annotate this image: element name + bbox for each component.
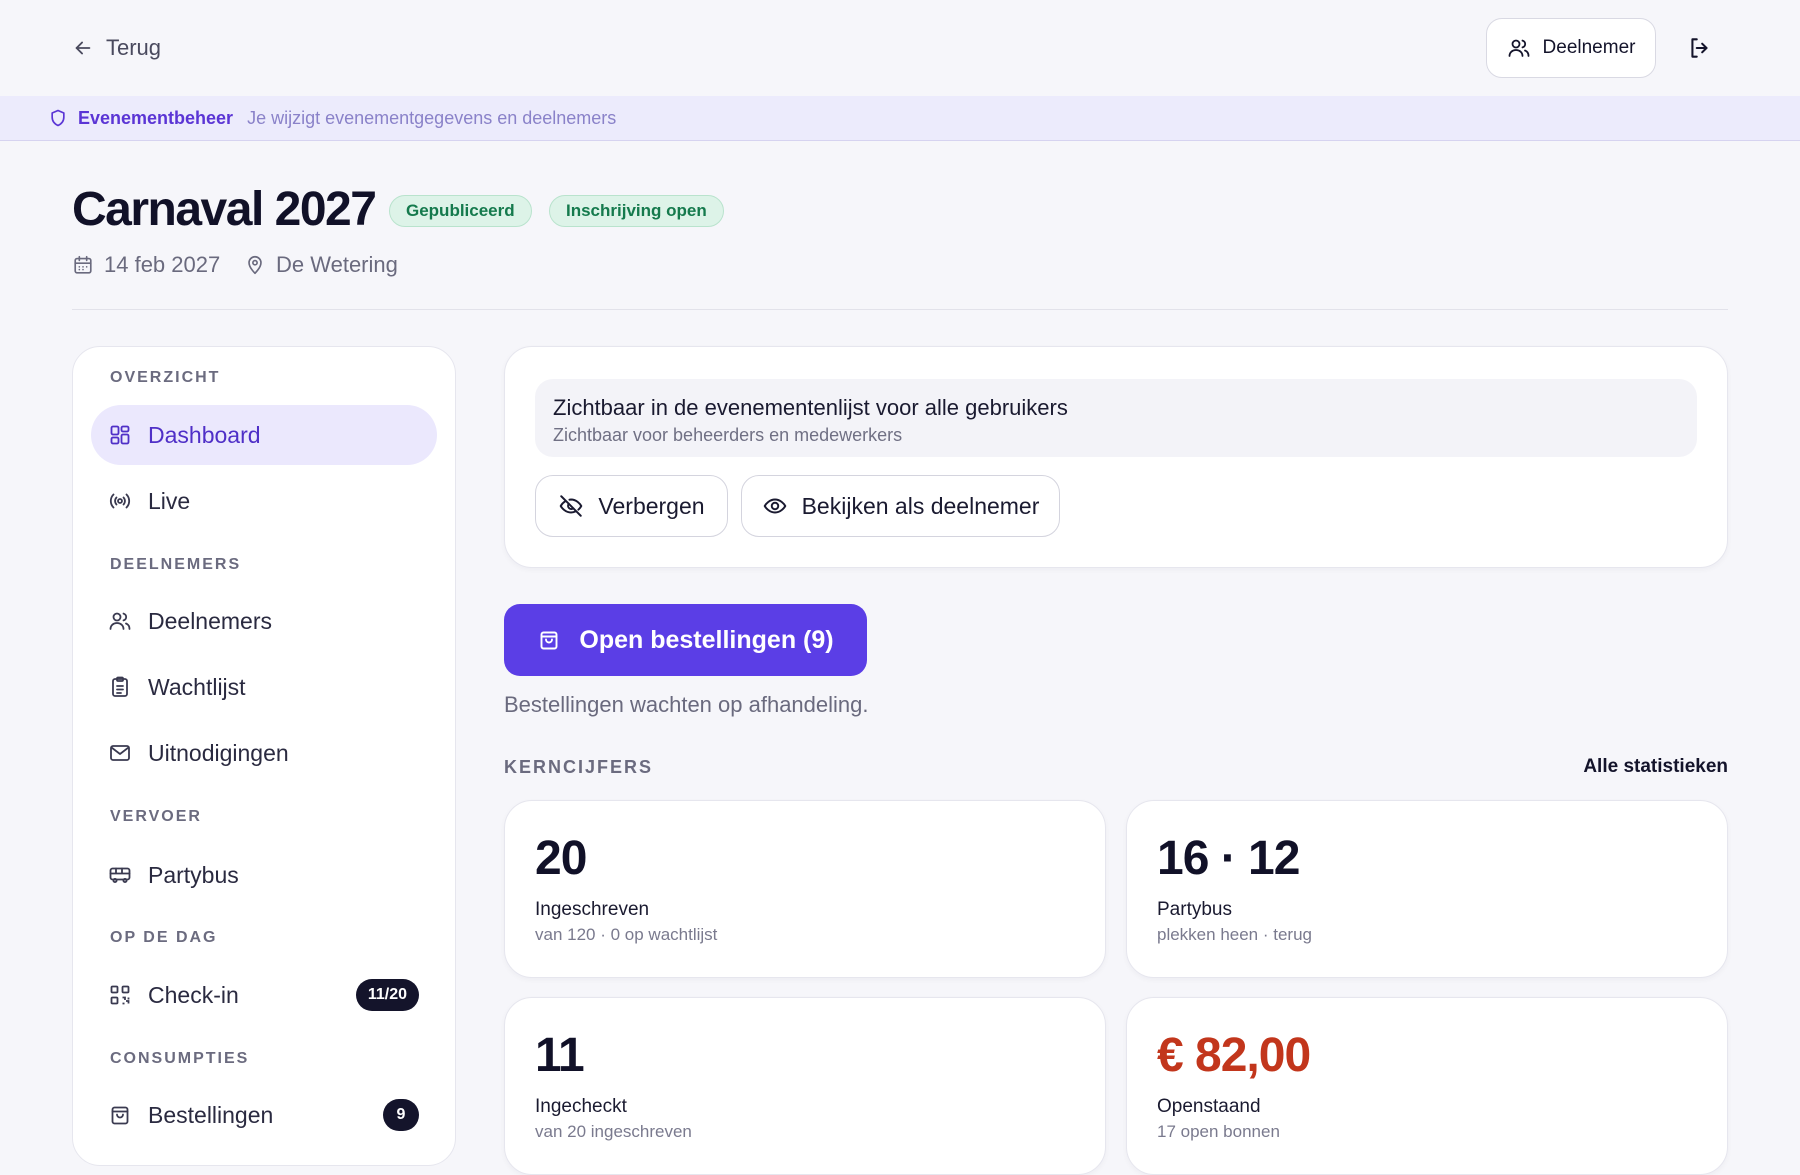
event-location-label: De Wetering — [276, 252, 398, 277]
arrow-left-icon — [72, 37, 94, 59]
stat-card-registered: 20 Ingeschreven van 120 · 0 op wachtlijs… — [504, 800, 1106, 978]
sidebar-item-label: Uitnodigingen — [148, 739, 289, 766]
bus-icon — [108, 863, 132, 887]
event-date: 14 feb 2027 — [72, 250, 220, 280]
banner-subtitle: Je wijzigt evenementgegevens en deelneme… — [247, 107, 617, 128]
shopping-bag-icon — [537, 628, 561, 652]
sidebar-item-uitnodigingen[interactable]: Uitnodigingen — [91, 723, 437, 783]
sidebar-item-check-in[interactable]: Check-in 11/20 — [91, 965, 437, 1025]
stat-card-checked-in: 11 Ingecheckt van 20 ingeschreven — [504, 997, 1106, 1175]
map-pin-icon — [244, 254, 266, 276]
sidebar-item-label: Live — [148, 487, 191, 514]
banner-title: Evenementbeheer — [78, 107, 234, 128]
admin-mode-banner: Evenementbeheer Je wijzigt evenementgege… — [0, 96, 1800, 141]
eye-icon — [762, 493, 788, 519]
dashboard-icon — [108, 423, 132, 447]
role-label: Deelnemer — [1542, 37, 1636, 58]
page-title: Carnaval 2027 — [72, 183, 377, 236]
stat-value: € 82,00 — [1157, 1029, 1311, 1082]
stat-subtitle: plekken heen · terug — [1157, 925, 1312, 944]
visibility-title: Zichtbaar in de evenementenlijst voor al… — [553, 395, 1068, 420]
visibility-subtitle: Zichtbaar voor beheerders en medewerkers — [553, 425, 903, 445]
qr-code-icon — [108, 983, 132, 1007]
back-button[interactable]: Terug — [72, 32, 161, 64]
sidebar: OVERZICHT Dashboard Live DEELNEMERS Deel… — [72, 346, 456, 1166]
event-date-label: 14 feb 2027 — [104, 252, 221, 277]
sidebar-item-dashboard[interactable]: Dashboard — [91, 405, 437, 465]
stat-subtitle: 17 open bonnen — [1157, 1122, 1280, 1141]
sidebar-item-label: Wachtlijst — [148, 673, 246, 700]
sidebar-item-partybus[interactable]: Partybus — [91, 845, 437, 905]
sidebar-item-label: Bestellingen — [148, 1101, 274, 1128]
users-icon — [108, 609, 132, 633]
role-switch-button[interactable]: Deelnemer — [1486, 18, 1656, 78]
stat-title: Ingecheckt — [535, 1096, 627, 1117]
sidebar-section-op-de-dag: OP DE DAG — [110, 929, 218, 946]
open-orders-button[interactable]: Open bestellingen (9) — [504, 604, 867, 676]
hide-event-button[interactable]: Verbergen — [535, 475, 728, 537]
logout-icon[interactable] — [1684, 32, 1716, 64]
sidebar-item-deelnemers[interactable]: Deelnemers — [91, 591, 437, 651]
sidebar-section-vervoer: VERVOER — [110, 808, 202, 825]
stat-subtitle: van 20 ingeschreven — [535, 1122, 692, 1141]
broadcast-icon — [108, 489, 132, 513]
stat-title: Partybus — [1157, 899, 1232, 920]
header-divider — [72, 309, 1728, 310]
sidebar-section-deelnemers: DEELNEMERS — [110, 556, 242, 573]
shield-icon — [48, 108, 68, 128]
kpi-section-label: KERNCIJFERS — [504, 757, 654, 777]
sidebar-item-live[interactable]: Live — [91, 471, 437, 531]
users-icon — [1507, 36, 1531, 60]
stat-title: Openstaand — [1157, 1096, 1261, 1117]
stat-value: 11 — [535, 1029, 585, 1082]
top-bar: Terug Deelnemer — [0, 0, 1800, 96]
all-statistics-link[interactable]: Alle statistieken — [1583, 756, 1728, 778]
stat-card-outstanding: € 82,00 Openstaand 17 open bonnen — [1126, 997, 1728, 1175]
sidebar-item-label: Deelnemers — [148, 607, 272, 634]
back-label: Terug — [106, 35, 162, 60]
eye-off-icon — [558, 493, 584, 519]
stat-card-partybus: 16 · 12 Partybus plekken heen · terug — [1126, 800, 1728, 978]
stat-title: Ingeschreven — [535, 899, 650, 920]
sidebar-item-wachtlijst[interactable]: Wachtlijst — [91, 657, 437, 717]
sidebar-section-consumpties: CONSUMPTIES — [110, 1050, 250, 1067]
status-badge-published: Gepubliceerd — [389, 195, 532, 227]
visibility-card: Zichtbaar in de evenementenlijst voor al… — [504, 346, 1728, 568]
calendar-icon — [72, 254, 94, 276]
stat-subtitle: van 120 · 0 op wachtlijst — [535, 925, 718, 944]
sidebar-item-bestellingen[interactable]: Bestellingen 9 — [91, 1085, 437, 1145]
view-as-label: Bekijken als deelnemer — [801, 492, 1040, 519]
event-location: De Wetering — [244, 250, 398, 280]
sidebar-item-label: Check-in — [148, 981, 239, 1008]
sidebar-item-label: Dashboard — [148, 421, 261, 448]
status-badge-registration-open: Inschrijving open — [549, 195, 724, 227]
view-as-participant-button[interactable]: Bekijken als deelnemer — [741, 475, 1060, 537]
open-orders-label: Open bestellingen (9) — [579, 625, 834, 654]
stat-value: 16 · 12 — [1157, 832, 1300, 885]
open-orders-subtitle: Bestellingen wachten op afhandeling. — [504, 692, 869, 717]
mail-icon — [108, 741, 132, 765]
hide-label: Verbergen — [598, 492, 705, 519]
visibility-info: Zichtbaar in de evenementenlijst voor al… — [535, 379, 1697, 457]
checkin-count-badge: 11/20 — [355, 979, 419, 1011]
orders-count-badge: 9 — [383, 1099, 419, 1131]
shopping-bag-icon — [108, 1103, 132, 1127]
sidebar-item-label: Partybus — [148, 861, 239, 888]
stat-value: 20 — [535, 832, 587, 885]
clipboard-icon — [108, 675, 132, 699]
sidebar-section-overzicht: OVERZICHT — [110, 369, 221, 386]
